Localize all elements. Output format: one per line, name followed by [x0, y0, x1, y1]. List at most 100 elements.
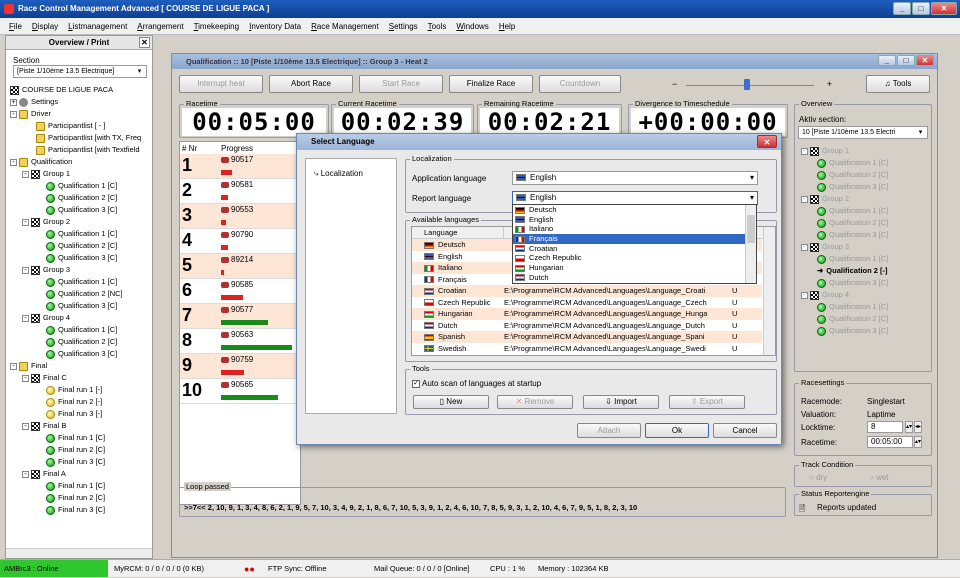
panel-close-icon[interactable]: ✕ [139, 37, 150, 48]
dropdown-option[interactable]: Hungarian [513, 263, 756, 273]
tree-node[interactable]: + Settings [10, 96, 58, 108]
dropdown-option[interactable]: Français [513, 234, 756, 244]
tree-node[interactable]: Participantlist [with TX, Freq [36, 132, 141, 144]
collapse-icon[interactable]: - [801, 291, 808, 299]
column-language[interactable]: Language [412, 227, 504, 239]
tree-node[interactable]: Final run 2 [C] [46, 492, 105, 504]
spinner-icon[interactable]: ▴▾ [914, 436, 922, 448]
tree-node[interactable]: - Group 1 [801, 145, 849, 157]
dropdown-option[interactable]: Italiano [513, 224, 756, 234]
tree-node[interactable]: Qualification 3 [C] [46, 204, 117, 216]
race-row[interactable]: 6 90585 [180, 279, 300, 304]
horizontal-scrollbar[interactable] [6, 548, 152, 558]
tree-node[interactable]: Qualification 3 [C] [817, 181, 888, 193]
dropdown-scrollbar[interactable] [745, 205, 756, 283]
tree-node[interactable]: Qualification 1 [C] [817, 253, 888, 265]
tree-node[interactable]: Qualification 3 [C] [817, 229, 888, 241]
tree-node[interactable]: - Group 3 [22, 264, 70, 276]
language-row[interactable]: Dutch E:\Programme\RCM Advanced\Languages… [412, 320, 762, 332]
tree-node[interactable]: Qualification 3 [C] [46, 300, 117, 312]
menu-tools[interactable]: Tools [423, 22, 452, 31]
tree-node[interactable]: Final run 2 [-] [46, 396, 102, 408]
tools-button[interactable]: ♫ Tools [866, 75, 930, 93]
race-row[interactable]: 2 90581 [180, 179, 300, 204]
race-row[interactable]: 3 90553 [180, 204, 300, 229]
close-button[interactable]: ✕ [931, 2, 957, 15]
race-row[interactable]: 10 90565 [180, 379, 300, 404]
menu-file[interactable]: File [4, 22, 27, 31]
tree-node[interactable]: - Group 4 [801, 289, 849, 301]
language-row[interactable]: Swedish E:\Programme\RCM Advanced\Languag… [412, 343, 762, 355]
tree-node[interactable]: Qualification 2 [NC] [46, 288, 123, 300]
zoom-slider[interactable]: − + [672, 79, 832, 91]
slider-thumb[interactable] [744, 79, 750, 90]
menu-arrangement[interactable]: Arrangement [132, 22, 188, 31]
countdown-button[interactable]: Countdown [539, 75, 621, 93]
autoscan-checkbox[interactable]: ✓ Auto scan of languages at startup [412, 379, 541, 388]
tree-node[interactable]: Final run 1 [C] [46, 432, 105, 444]
dropdown-option[interactable]: Czech Republic [513, 253, 756, 263]
tree-node[interactable]: - Group 3 [801, 241, 849, 253]
collapse-icon[interactable]: - [801, 147, 808, 155]
aktiv-section-select[interactable]: 10 [Piste 1/10ème 13.5 Electri ▾ [798, 126, 928, 139]
tree-node[interactable]: Final run 2 [C] [46, 444, 105, 456]
report-language-select[interactable]: English ▾ [512, 191, 758, 205]
collapse-icon[interactable]: - [22, 218, 29, 226]
menu-windows[interactable]: Windows [451, 22, 493, 31]
remove-button[interactable]: ✕ Remove [497, 395, 573, 409]
collapse-icon[interactable]: - [10, 362, 17, 370]
race-row[interactable]: 5 89214 [180, 254, 300, 279]
expand-icon[interactable]: + [10, 98, 17, 106]
menu-help[interactable]: Help [494, 22, 520, 31]
dialog-close-button[interactable]: ✕ [757, 135, 777, 148]
tree-node[interactable]: Qualification 2 [C] [817, 217, 888, 229]
tree-node[interactable]: - Group 2 [801, 193, 849, 205]
tree-node[interactable]: Participantlist [with Textfield [36, 144, 140, 156]
language-row[interactable]: Croatian E:\Programme\RCM Advanced\Langua… [412, 285, 762, 297]
finalize-race-button[interactable]: Finalize Race [449, 75, 533, 93]
tree-node[interactable]: - Final A [22, 468, 66, 480]
tree-node[interactable]: Qualification 1 [C] [46, 228, 117, 240]
app-language-select[interactable]: English ▾ [512, 171, 758, 185]
tree-node[interactable]: Qualification 2 [C] [817, 313, 888, 325]
tree-node[interactable]: - Driver [10, 108, 51, 120]
race-maximize-button[interactable]: □ [897, 55, 915, 66]
tree-node[interactable]: - Final C [22, 372, 67, 384]
tree-node[interactable]: - Final B [22, 420, 66, 432]
collapse-icon[interactable]: - [22, 470, 29, 478]
radio-dry[interactable]: ○ dry [809, 473, 827, 482]
tree-node[interactable]: Qualification 1 [C] [817, 205, 888, 217]
tree-node[interactable]: Qualification 3 [C] [46, 348, 117, 360]
tree-node[interactable]: - Group 4 [22, 312, 70, 324]
cancel-button[interactable]: Cancel [713, 423, 777, 438]
race-row[interactable]: 9 90759 [180, 354, 300, 379]
collapse-icon[interactable]: - [22, 266, 29, 274]
export-button[interactable]: ⇧ Export [669, 395, 745, 409]
tree-node[interactable]: Final run 1 [C] [46, 480, 105, 492]
section-select[interactable]: [Piste 1/10ème 13.5 Electrique] ▾ [13, 65, 147, 78]
tree-node-active[interactable]: ➜ Qualification 2 [-] [817, 265, 888, 277]
menu-display[interactable]: Display [27, 22, 63, 31]
collapse-icon[interactable]: - [22, 374, 29, 382]
race-row[interactable]: 7 90577 [180, 304, 300, 329]
tree-node[interactable]: Qualification 2 [C] [46, 192, 117, 204]
dropdown-option[interactable]: Dutch [513, 273, 756, 283]
menu-race-management[interactable]: Race Management [306, 22, 384, 31]
tree-node[interactable]: Final run 3 [-] [46, 408, 102, 420]
tree-node[interactable]: Qualification 3 [C] [817, 325, 888, 337]
language-row[interactable]: Hungarian E:\Programme\RCM Advanced\Langu… [412, 308, 762, 320]
tree-node[interactable]: - Group 2 [22, 216, 70, 228]
menu-listmanagement[interactable]: Listmanagement [63, 22, 132, 31]
tree-node[interactable]: - Final [10, 360, 47, 372]
vertical-scrollbar[interactable] [763, 227, 775, 355]
collapse-icon[interactable]: - [22, 314, 29, 322]
tree-node[interactable]: Qualification 1 [C] [46, 276, 117, 288]
minimize-button[interactable]: _ [893, 2, 911, 15]
tree-node[interactable]: - Qualification [10, 156, 72, 168]
menu-timekeeping[interactable]: Timekeeping [189, 22, 245, 31]
collapse-icon[interactable]: - [801, 195, 808, 203]
race-row[interactable]: 4 90790 [180, 229, 300, 254]
tree-node[interactable]: Qualification 3 [C] [46, 252, 117, 264]
race-close-button[interactable]: ✕ [916, 55, 934, 66]
radio-wet[interactable]: ○ wet [869, 473, 889, 482]
